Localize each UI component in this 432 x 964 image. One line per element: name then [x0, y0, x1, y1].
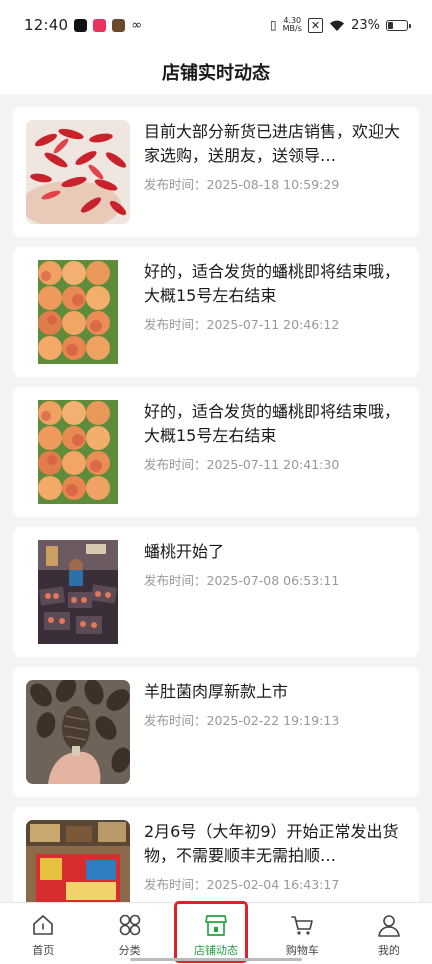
- wifi-icon: [330, 20, 345, 31]
- category-icon: [119, 914, 140, 936]
- tab-cart[interactable]: 购物车: [259, 903, 345, 964]
- post-title[interactable]: 蟠桃开始了: [144, 540, 407, 564]
- battery-icon: [386, 19, 411, 31]
- cart-icon: [291, 916, 314, 935]
- post-card[interactable]: 好的，适合发货的蟠桃即将结束哦，大概15号左右结束 发布时间：2025-07-1…: [13, 247, 419, 377]
- post-time: 发布时间：2025-02-04 16:43:17: [144, 874, 407, 893]
- post-time-label: 发布时间：: [144, 877, 207, 892]
- post-time: 发布时间：2025-07-08 06:53:11: [144, 570, 407, 589]
- status-right: ▯ 4.30 MB/s ✕ 23%: [270, 17, 411, 33]
- tab-profile-label: 我的: [377, 944, 400, 957]
- post-card[interactable]: 目前大部分新货已进店销售，欢迎大家选购，送朋友，送领导… 发布时间：2025-0…: [13, 107, 419, 237]
- post-image-shop-boxes[interactable]: [26, 820, 130, 902]
- post-image-peaches[interactable]: [26, 400, 130, 504]
- post-image-peaches[interactable]: [26, 260, 130, 364]
- home-icon: [33, 915, 54, 935]
- post-time: 发布时间：2025-02-22 19:19:13: [144, 710, 407, 729]
- home-indicator: [130, 958, 302, 961]
- battery-percent: 23%: [351, 17, 380, 33]
- profile-icon: [378, 915, 400, 937]
- post-title[interactable]: 羊肚菌肉厚新款上市: [144, 680, 407, 704]
- post-title[interactable]: 目前大部分新货已进店销售，欢迎大家选购，送朋友，送领导…: [144, 120, 407, 168]
- post-time-value: 2025-07-11 20:46:12: [206, 317, 340, 332]
- post-content: 目前大部分新货已进店销售，欢迎大家选购，送朋友，送领导… 发布时间：2025-0…: [144, 120, 407, 193]
- post-card[interactable]: 2月6号（大年初9）开始正常发出货物，不需要顺丰无需拍顺… 发布时间：2025-…: [13, 807, 419, 902]
- tab-category[interactable]: 分类: [86, 903, 172, 964]
- post-time: 发布时间：2025-08-18 10:59:29: [144, 174, 407, 193]
- status-time: 12:40: [24, 16, 69, 34]
- post-card[interactable]: 好的，适合发货的蟠桃即将结束哦，大概15号左右结束 发布时间：2025-07-1…: [13, 387, 419, 517]
- network-speed-unit: MB/s: [282, 24, 302, 33]
- post-title[interactable]: 好的，适合发货的蟠桃即将结束哦，大概15号左右结束: [144, 400, 407, 448]
- post-time-label: 发布时间：: [144, 317, 207, 332]
- post-image-morel-mushrooms[interactable]: [26, 680, 130, 784]
- post-time: 发布时间：2025-07-11 20:46:12: [144, 314, 407, 333]
- post-time: 发布时间：2025-07-11 20:41:30: [144, 454, 407, 473]
- post-time-label: 发布时间：: [144, 457, 207, 472]
- post-time-label: 发布时间：: [144, 177, 207, 192]
- tab-profile[interactable]: 我的: [346, 903, 432, 964]
- status-left: 12:40 ∞: [24, 16, 142, 34]
- tab-store-updates[interactable]: 店铺动态: [173, 903, 259, 964]
- page-header: 店铺实时动态: [0, 50, 432, 94]
- post-title[interactable]: 2月6号（大年初9）开始正常发出货物，不需要顺丰无需拍顺…: [144, 820, 407, 868]
- bottom-tab-bar: 首页 分类 店铺动态 购物车 我的: [0, 902, 432, 964]
- shopping-app-icon: [93, 18, 107, 32]
- post-card[interactable]: 蟠桃开始了 发布时间：2025-07-08 06:53:11: [13, 527, 419, 657]
- tab-cart-label: 购物车: [285, 944, 319, 957]
- page-title: 店铺实时动态: [162, 63, 270, 84]
- post-feed[interactable]: 目前大部分新货已进店销售，欢迎大家选购，送朋友，送领导… 发布时间：2025-0…: [0, 94, 432, 902]
- post-content: 蟠桃开始了 发布时间：2025-07-08 06:53:11: [144, 540, 407, 589]
- post-time-value: 2025-02-04 16:43:17: [206, 877, 340, 892]
- post-time-label: 发布时间：: [144, 713, 207, 728]
- post-title[interactable]: 好的，适合发货的蟠桃即将结束哦，大概15号左右结束: [144, 260, 407, 308]
- vibrate-icon: ▯: [270, 18, 277, 32]
- post-content: 羊肚菌肉厚新款上市 发布时间：2025-02-22 19:19:13: [144, 680, 407, 729]
- tab-home[interactable]: 首页: [0, 903, 86, 964]
- post-time-value: 2025-08-18 10:59:29: [206, 177, 340, 192]
- post-image-goji-berries[interactable]: [26, 120, 130, 224]
- post-content: 2月6号（大年初9）开始正常发出货物，不需要顺丰无需拍顺… 发布时间：2025-…: [144, 820, 407, 893]
- store-icon: [205, 915, 227, 936]
- post-time-value: 2025-02-22 19:19:13: [206, 713, 340, 728]
- tab-category-label: 分类: [118, 944, 141, 957]
- tab-store-updates-label: 店铺动态: [194, 944, 239, 957]
- post-content: 好的，适合发货的蟠桃即将结束哦，大概15号左右结束 发布时间：2025-07-1…: [144, 260, 407, 333]
- status-bar: 12:40 ∞ ▯ 4.30 MB/s ✕ 23%: [0, 0, 432, 50]
- tiktok-icon: [74, 18, 88, 32]
- tab-home-label: 首页: [32, 944, 55, 957]
- game-app-icon: [112, 18, 126, 32]
- post-content: 好的，适合发货的蟠桃即将结束哦，大概15号左右结束 发布时间：2025-07-1…: [144, 400, 407, 473]
- post-card[interactable]: 羊肚菌肉厚新款上市 发布时间：2025-02-22 19:19:13: [13, 667, 419, 797]
- post-time-value: 2025-07-11 20:41:30: [206, 457, 340, 472]
- post-time-value: 2025-07-08 06:53:11: [206, 573, 340, 588]
- post-time-label: 发布时间：: [144, 573, 207, 588]
- post-image-peach-market[interactable]: [26, 540, 130, 644]
- link-icon: ∞: [131, 17, 143, 33]
- network-speed: 4.30 MB/s: [283, 17, 302, 33]
- sim-icon: ✕: [307, 17, 324, 33]
